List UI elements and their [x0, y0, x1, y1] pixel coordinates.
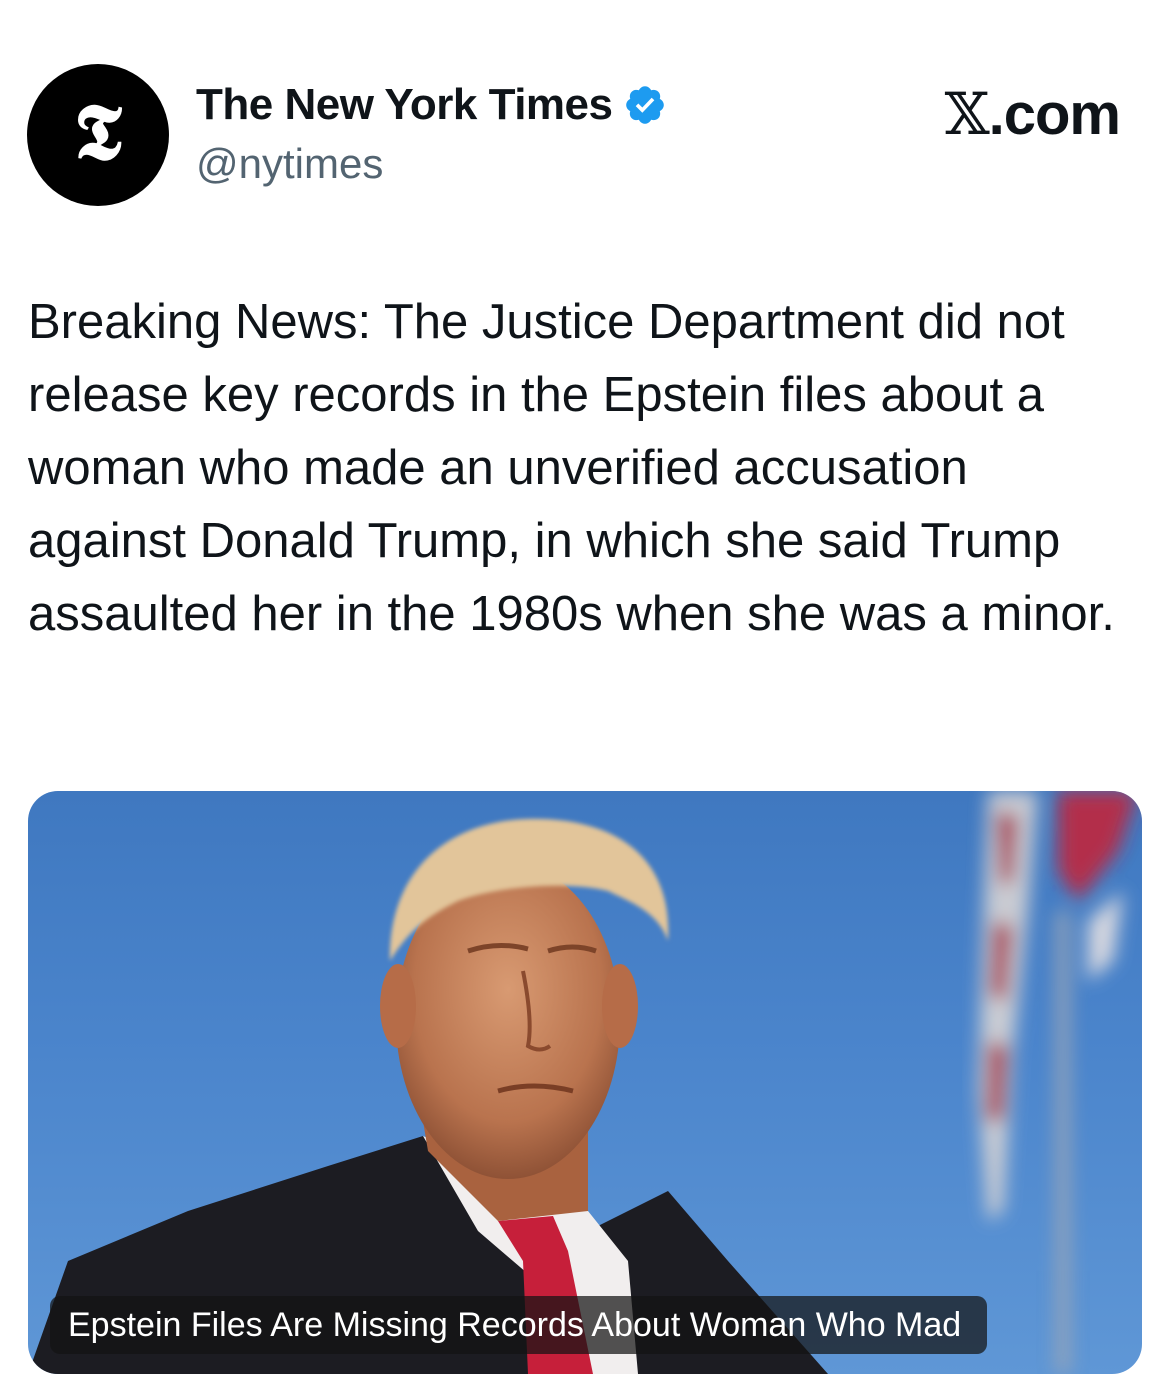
tweet-header: 𝕿 The New York Times @nytimes 𝕏.com — [0, 0, 1170, 240]
link-card[interactable]: Epstein Files Are Missing Records About … — [28, 791, 1142, 1374]
nyt-logo-icon: 𝕿 — [74, 87, 122, 178]
card-headline-text: Epstein Files Are Missing Records About … — [68, 1305, 962, 1344]
card-headline: Epstein Files Are Missing Records About … — [50, 1296, 988, 1354]
flag-shape — [978, 791, 1138, 1374]
card-photo — [28, 791, 1138, 1374]
account-handle[interactable]: @nytimes — [196, 140, 383, 188]
site-suffix: .com — [988, 82, 1121, 147]
site-label: 𝕏.com — [944, 80, 1121, 148]
display-name[interactable]: The New York Times — [196, 80, 613, 130]
verified-badge-icon — [625, 86, 664, 124]
tweet-text: Breaking News: The Justice Department di… — [28, 295, 1115, 641]
avatar[interactable]: 𝕿 — [27, 64, 169, 206]
x-logo-icon: 𝕏 — [944, 80, 990, 148]
name-row: The New York Times — [196, 80, 667, 130]
